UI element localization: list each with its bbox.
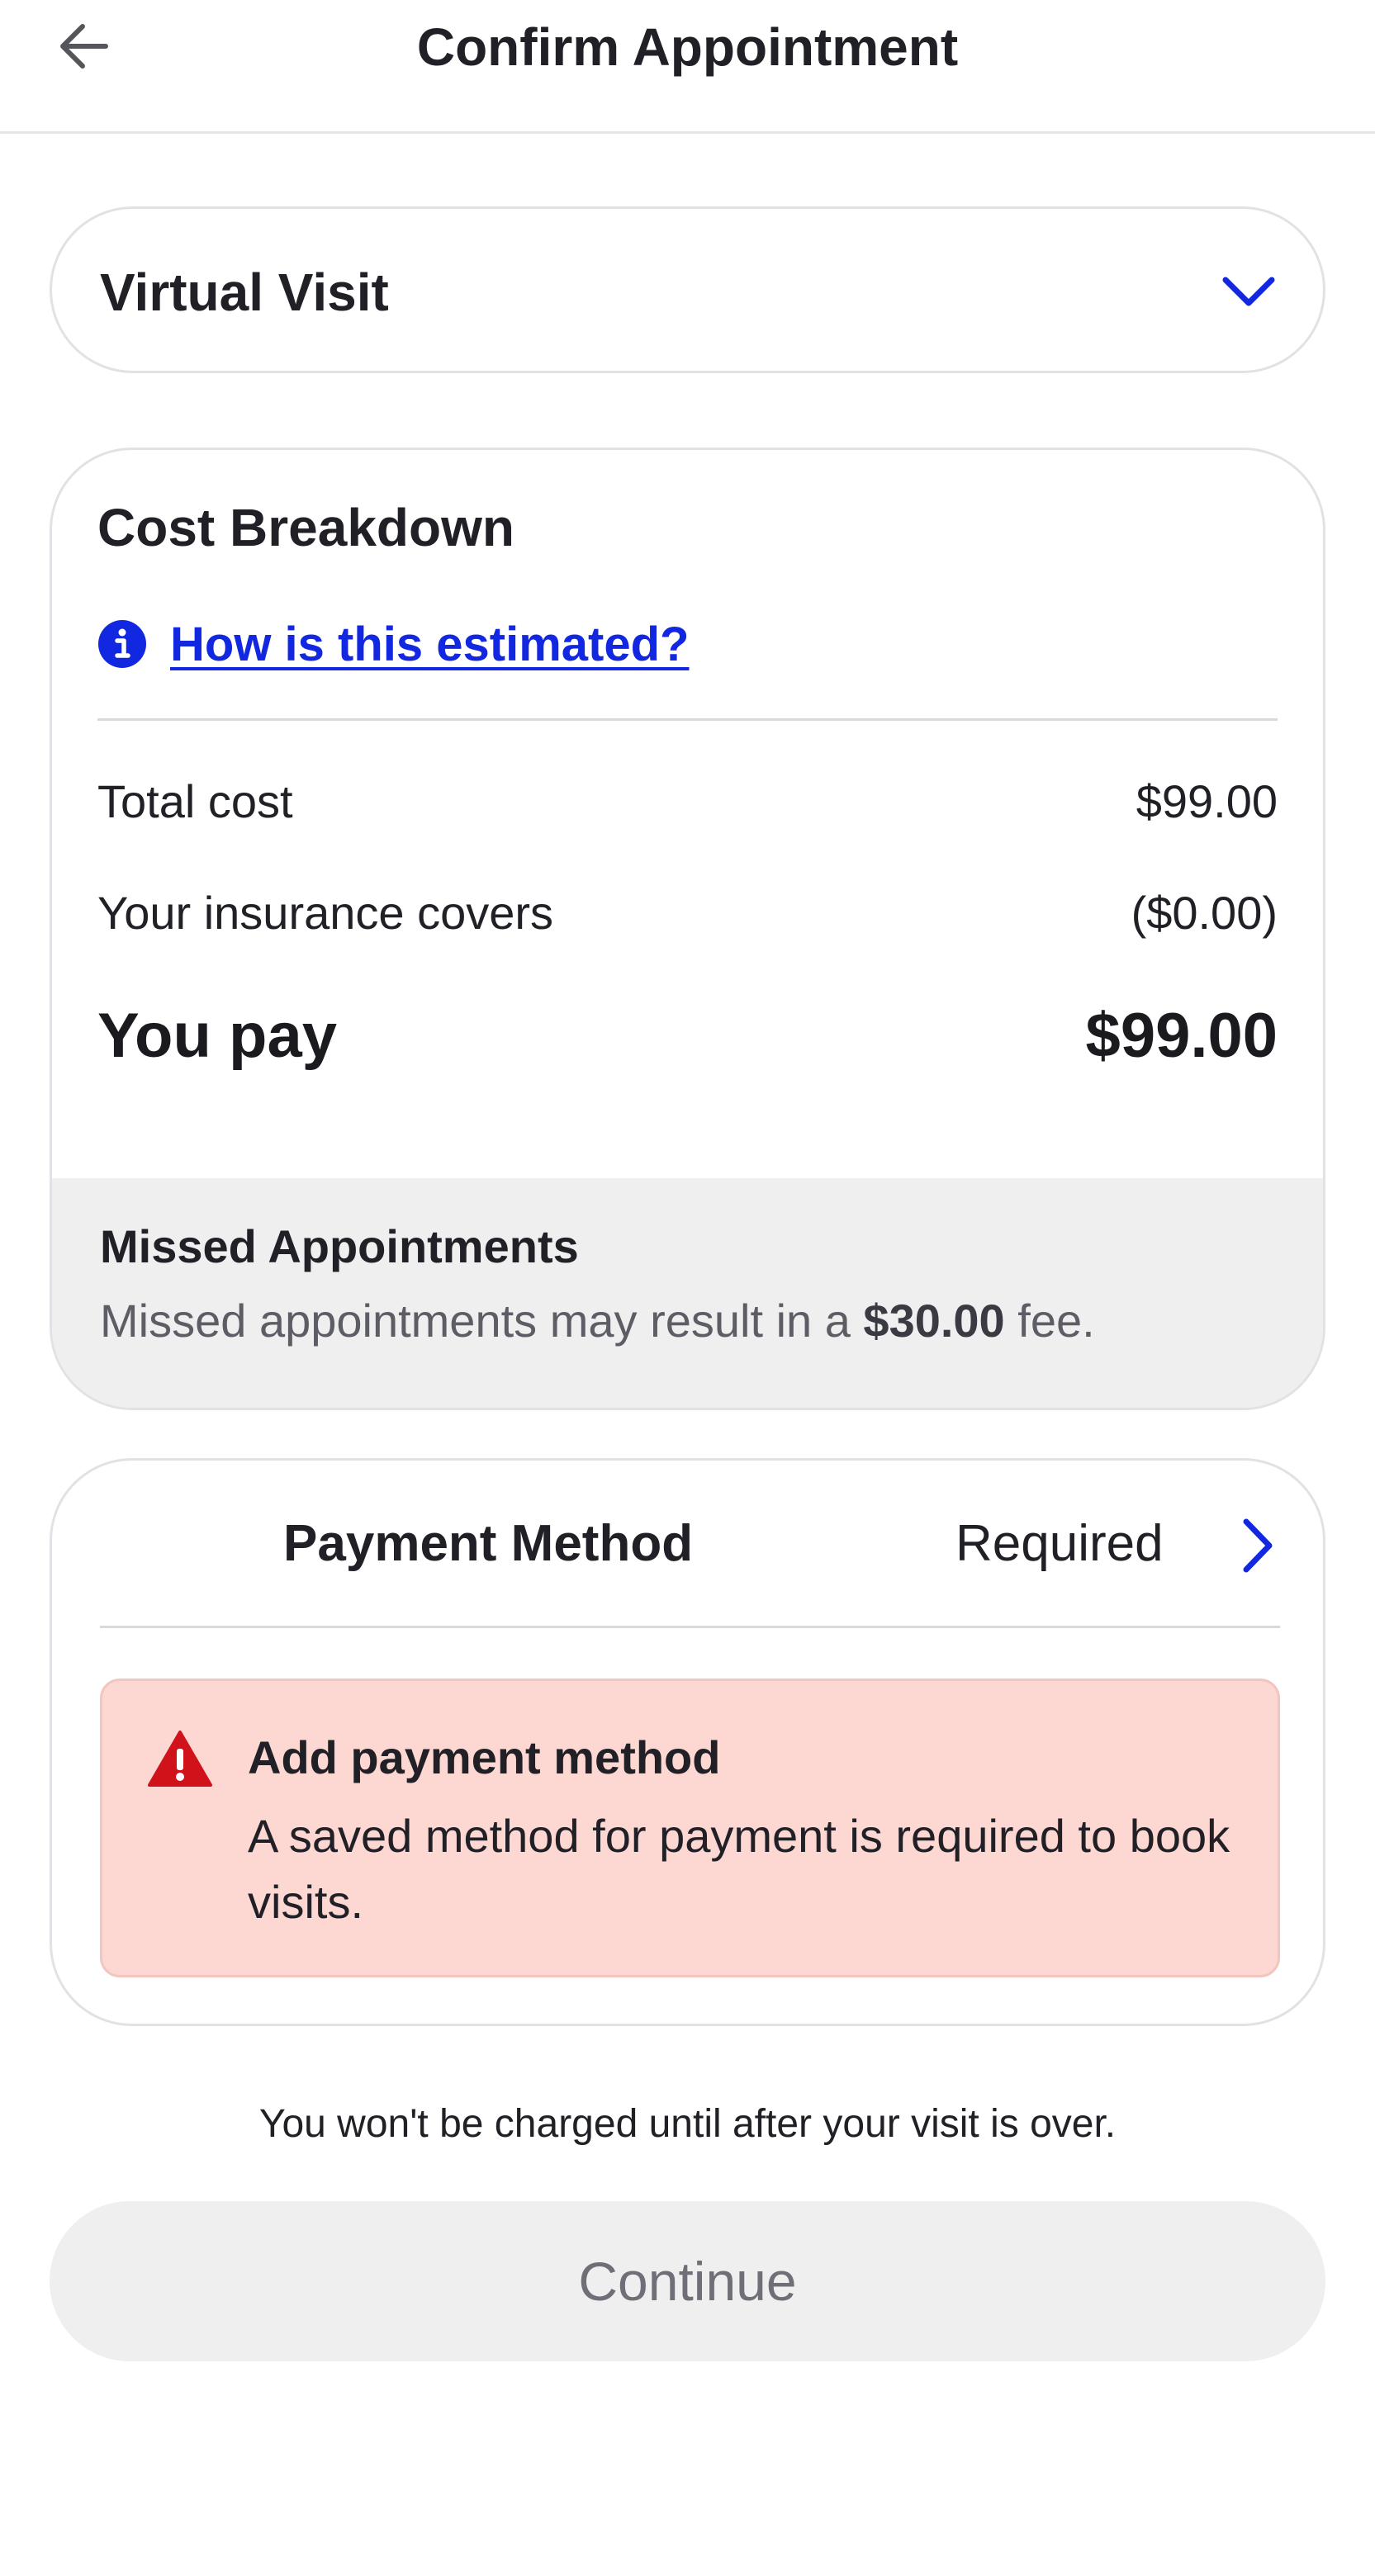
top-bar: Confirm Appointment [0,0,1375,134]
page-title: Confirm Appointment [416,17,959,77]
divider [100,1626,1280,1628]
cost-breakdown-title: Cost Breakdown [97,498,514,557]
you-pay-value: $99.00 [1085,1001,1278,1071]
how-estimated-link[interactable]: How is this estimated? [97,615,689,673]
missed-text-before: Missed appointments may result in a [100,1295,864,1347]
missed-appointments-box: Missed Appointments Missed appointments … [52,1178,1323,1408]
divider [97,718,1278,721]
insurance-covers-value: ($0.00) [1131,887,1278,939]
missed-fee: $30.00 [863,1295,1005,1347]
chevron-right-icon [1243,1518,1273,1573]
insurance-covers-label: Your insurance covers [97,887,554,939]
you-pay-label: You pay [97,1001,337,1071]
missed-appointments-text: Missed appointments may result in a $30.… [100,1292,1095,1350]
alert-title: Add payment method [248,1731,721,1783]
payment-method-card: Payment Method Required Add payment meth… [50,1458,1325,2026]
total-cost-value: $99.00 [1136,775,1278,827]
add-payment-alert: Add payment method A saved method for pa… [100,1679,1280,1977]
chevron-down-icon [1222,277,1275,306]
total-cost-label: Total cost [97,775,293,827]
visit-type-label: Virtual Visit [100,263,389,322]
missed-appointments-title: Missed Appointments [100,1220,579,1272]
warning-icon [148,1731,212,1787]
payment-method-status: Required [955,1515,1164,1572]
alert-text: A saved method for payment is required t… [248,1810,1230,1928]
continue-button[interactable]: Continue [50,2201,1325,2361]
payment-method-label: Payment Method [283,1515,694,1572]
visit-type-dropdown[interactable]: Virtual Visit [50,206,1325,373]
missed-text-after: fee. [1004,1295,1095,1347]
how-estimated-link-text[interactable]: How is this estimated? [170,617,689,672]
info-icon [98,620,146,668]
charge-note: You won't be charged until after your vi… [258,2102,1117,2146]
payment-method-row[interactable]: Payment Method Required [52,1461,1323,1626]
